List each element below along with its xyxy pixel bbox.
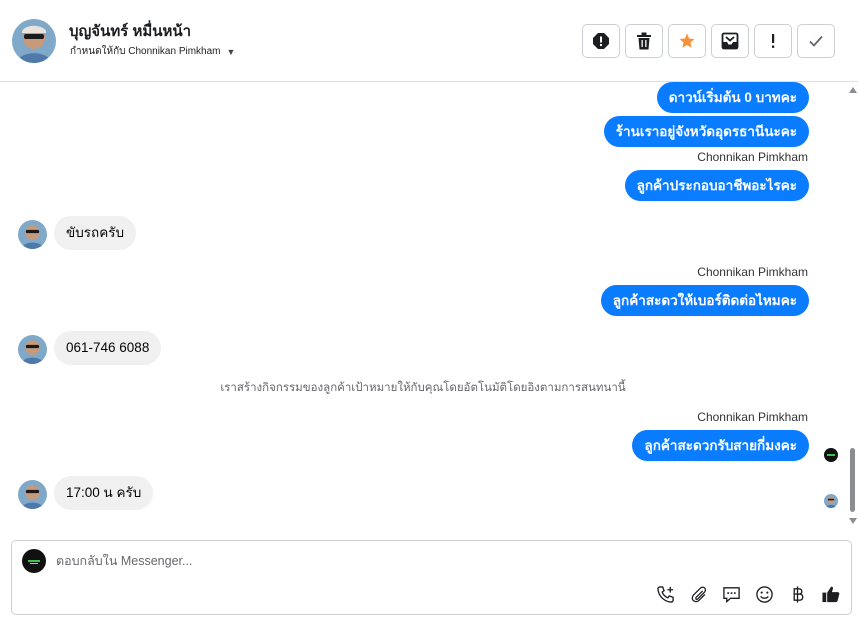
spam-button[interactable] bbox=[582, 24, 620, 58]
paperclip-icon bbox=[691, 586, 706, 603]
contact-name: บุญจันทร์ หมื่นหน้า bbox=[69, 23, 192, 40]
assignment-dropdown[interactable]: กำหนดให้กับ Chonnikan Pimkham ▼ bbox=[70, 44, 235, 59]
reply-composer bbox=[11, 540, 852, 615]
follow-up-button[interactable] bbox=[754, 24, 792, 58]
archive-icon bbox=[721, 32, 739, 50]
assigned-label: กำหนดให้กับ Chonnikan Pimkham bbox=[70, 46, 221, 57]
call-add-icon bbox=[657, 586, 674, 603]
spam-icon bbox=[593, 33, 609, 49]
contact-avatar-small[interactable] bbox=[18, 335, 47, 364]
archive-button[interactable] bbox=[711, 24, 749, 58]
mark-done-button[interactable] bbox=[797, 24, 835, 58]
scroll-thumb[interactable] bbox=[850, 448, 855, 512]
contact-seen-indicator bbox=[824, 494, 838, 508]
system-notice: เราสร้างกิจกรรมของลูกค้าเป้าหมายให้กับคุ… bbox=[220, 382, 626, 394]
composer-toolbar bbox=[655, 584, 841, 605]
scroll-up-arrow[interactable] bbox=[849, 87, 857, 93]
contact-avatar-small[interactable] bbox=[18, 220, 47, 249]
trash-icon bbox=[637, 32, 651, 50]
like-button[interactable] bbox=[820, 584, 841, 605]
outgoing-message: ดาวน์เริ่มต้น 0 บาทคะ bbox=[656, 82, 809, 113]
incoming-message: 061-746 6088 bbox=[54, 331, 162, 365]
saved-reply-button[interactable] bbox=[721, 584, 742, 605]
message-sender-name: Chonnikan Pimkham bbox=[697, 410, 808, 424]
attach-button[interactable] bbox=[688, 584, 709, 605]
emoji-button[interactable] bbox=[754, 584, 775, 605]
star-icon bbox=[679, 33, 695, 48]
incoming-message: 17:00 น ครับ bbox=[54, 476, 154, 510]
message-sender-name: Chonnikan Pimkham bbox=[697, 150, 808, 164]
flag-icon bbox=[772, 34, 775, 48]
scroll-down-arrow[interactable] bbox=[849, 518, 857, 524]
call-add-button[interactable] bbox=[655, 584, 676, 605]
outgoing-message: ร้านเราอยู่จังหวัดอุดรธานีนะคะ bbox=[603, 116, 809, 147]
page-avatar bbox=[22, 549, 46, 573]
emoji-icon bbox=[756, 586, 773, 603]
conversation-header: บุญจันทร์ หมื่นหน้า กำหนดให้กับ Chonnika… bbox=[0, 0, 858, 82]
thread-scrollbar[interactable] bbox=[846, 82, 858, 537]
check-icon bbox=[809, 35, 823, 47]
incoming-message: ขับรถครับ bbox=[54, 216, 137, 250]
thumbs-up-icon bbox=[821, 586, 839, 603]
page-seen-indicator bbox=[824, 448, 838, 462]
outgoing-message: ลูกค้าสะดวกรับสายกี่มงคะ bbox=[632, 430, 809, 461]
outgoing-message: ลูกค้าประกอบอาชีพอะไรคะ bbox=[624, 170, 809, 201]
outgoing-message: ลูกค้าสะดวให้เบอร์ติดต่อไหมคะ bbox=[600, 285, 809, 316]
caret-down-icon: ▼ bbox=[226, 46, 236, 57]
saved-reply-icon bbox=[723, 587, 740, 604]
reply-input[interactable] bbox=[56, 554, 656, 568]
payment-button[interactable] bbox=[787, 584, 808, 605]
message-thread[interactable]: ดาวน์เริ่มต้น 0 บาทคะ ร้านเราอยู่จังหวัด… bbox=[0, 82, 846, 537]
conversation-actions bbox=[582, 24, 835, 58]
message-sender-name: Chonnikan Pimkham bbox=[697, 265, 808, 279]
baht-icon bbox=[793, 586, 803, 603]
contact-avatar-small[interactable] bbox=[18, 480, 47, 509]
delete-button[interactable] bbox=[625, 24, 663, 58]
contact-avatar[interactable] bbox=[12, 19, 56, 63]
star-button[interactable] bbox=[668, 24, 706, 58]
